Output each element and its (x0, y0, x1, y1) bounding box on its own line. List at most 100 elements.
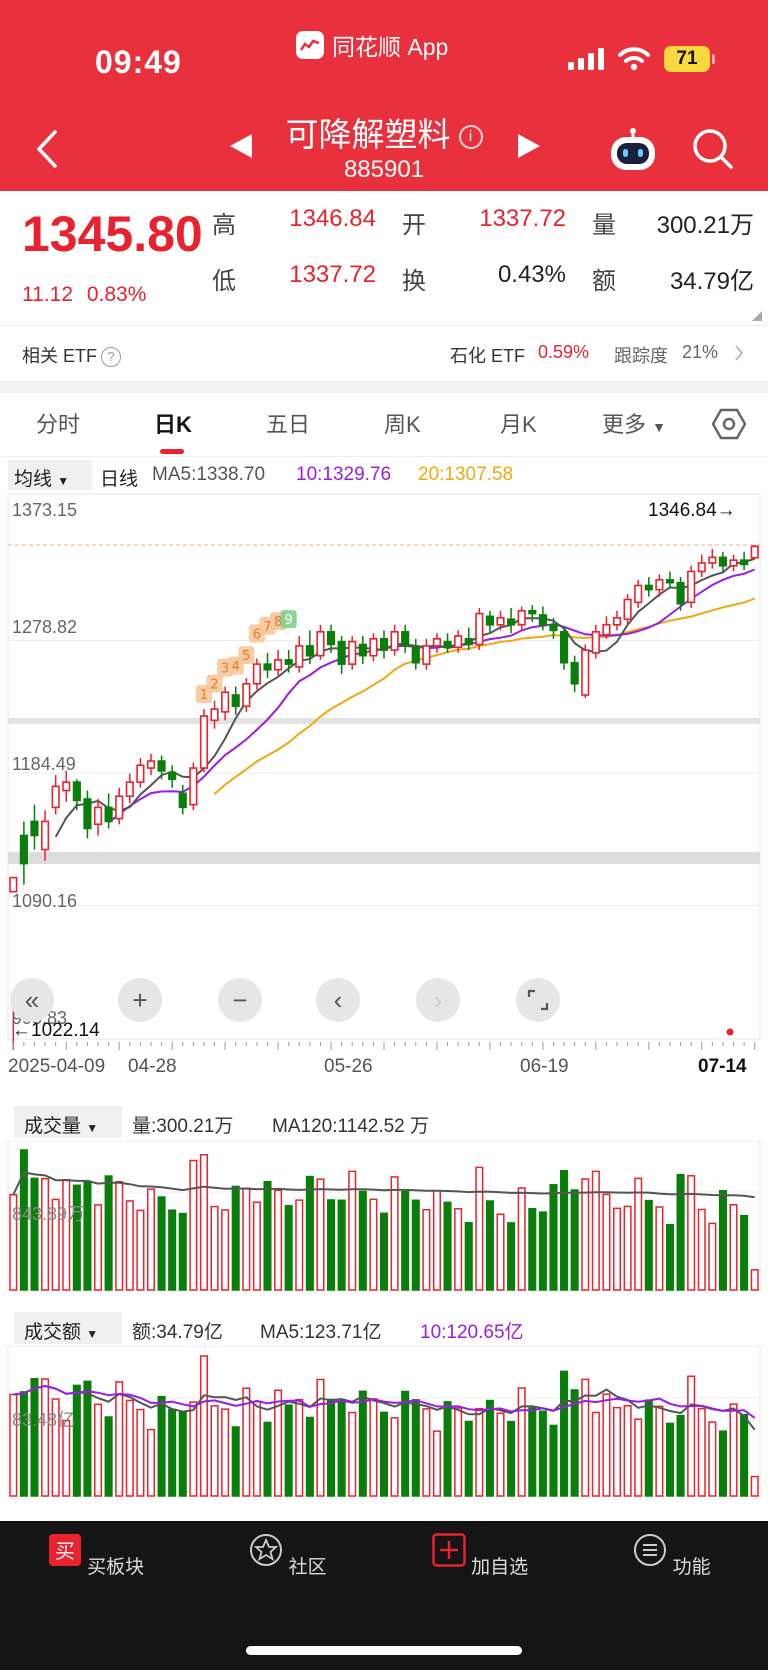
candle-body (496, 616, 505, 626)
candle-body (316, 631, 325, 657)
scroll-start-button[interactable]: « (10, 978, 54, 1022)
candle-body (9, 876, 18, 893)
candle-body (729, 559, 738, 567)
volume-bar (199, 1355, 208, 1497)
candle (19, 821, 28, 885)
info-icon[interactable]: i (458, 125, 483, 150)
bottom-nav: 买 买板块 社区 加自选 功能 (0, 1521, 768, 1670)
volume-chart[interactable] (0, 1140, 768, 1292)
search-icon[interactable] (692, 128, 734, 170)
zoom-in-button[interactable]: + (118, 978, 162, 1022)
tab-daily-k[interactable]: 日K (154, 407, 192, 439)
volume-bar (83, 1180, 92, 1291)
volume-bar (62, 1178, 71, 1291)
volume-bar (379, 1411, 389, 1497)
next-stock-icon[interactable] (518, 134, 540, 158)
candle (570, 655, 579, 693)
nav-functions[interactable]: 功能 (612, 1533, 732, 1579)
amount-label: 额 (592, 268, 616, 295)
candle (390, 624, 399, 656)
overlay-band (8, 852, 760, 864)
tab-weekly-k[interactable]: 周K (384, 407, 421, 439)
add-icon (432, 1533, 466, 1567)
fullscreen-button[interactable] (516, 978, 560, 1022)
x-label-5: 07-14 (698, 1056, 747, 1077)
volume-bar (390, 1417, 399, 1497)
volume-bar (549, 1184, 558, 1291)
candlestick-chart[interactable]: 123 4567 8 9 (0, 490, 768, 1050)
expand-corner-icon[interactable] (752, 311, 762, 321)
robot-assistant-icon[interactable] (608, 128, 658, 172)
candle-body (697, 562, 706, 573)
volume-selector-label: 成交量 (24, 1116, 82, 1137)
amount-ma10: 10:120.65亿 (420, 1322, 524, 1343)
candle (274, 650, 283, 676)
open-value: 1337.72 (479, 205, 566, 232)
candle-body (623, 598, 632, 620)
zoom-out-button[interactable]: − (218, 978, 262, 1022)
settings-hexagon-icon[interactable] (712, 407, 746, 441)
candle (337, 636, 346, 674)
etf-name: 石化 ETF (450, 346, 525, 366)
candle-body (30, 820, 39, 837)
candle-body (655, 579, 664, 591)
volume-bar (93, 1403, 103, 1497)
nav-functions-label: 功能 (672, 1557, 711, 1578)
volume-grid-label: 843.89万 (12, 1204, 86, 1224)
volume-bar (104, 1416, 113, 1497)
volume-bar (729, 1403, 738, 1497)
price-change: 11.12 0.83% (22, 283, 146, 307)
candle (348, 636, 357, 670)
volume-bar (475, 1407, 484, 1497)
low-label: 低 (212, 268, 236, 295)
nav-add-watchlist[interactable]: 加自选 (420, 1533, 540, 1579)
tab-five-day[interactable]: 五日 (266, 407, 310, 439)
volume-bar (401, 1390, 410, 1497)
tab-monthly-k[interactable]: 月K (500, 407, 537, 439)
nav-buy-sector[interactable]: 买 买板块 (36, 1533, 156, 1579)
volume-selector[interactable]: 成交量 ▼ (14, 1106, 122, 1138)
help-icon[interactable]: ? (101, 347, 121, 368)
volume-bar (146, 1428, 156, 1497)
indicator-selector[interactable]: 均线 ▼ (8, 460, 92, 490)
overlay-band (8, 718, 760, 724)
candle (157, 755, 166, 780)
candle-body (634, 584, 643, 604)
volume-bar (41, 1378, 50, 1497)
battery-icon: 71 (664, 46, 715, 72)
related-etf-text: 相关 ETF (22, 346, 97, 366)
volume-bar (697, 1208, 706, 1291)
minus-icon: − (232, 984, 248, 1015)
candle (464, 627, 473, 651)
home-indicator (246, 1646, 522, 1655)
volume-bar (252, 1201, 261, 1291)
caret-down-icon: ▼ (652, 419, 666, 435)
candle-body (274, 659, 283, 671)
tracking-label: 跟踪度 (614, 346, 668, 366)
volume-bar (655, 1405, 664, 1497)
amount-selector[interactable]: 成交额 ▼ (14, 1312, 122, 1344)
volume-bar (284, 1404, 293, 1497)
seq-badge-label: 5 (242, 649, 250, 664)
candle (104, 793, 113, 829)
scroll-left-button[interactable]: ‹ (316, 978, 360, 1022)
amount-chart[interactable] (0, 1346, 768, 1498)
volume-bar (612, 1207, 622, 1291)
candle-body (62, 781, 71, 792)
tab-more[interactable]: 更多 ▼ (602, 407, 666, 439)
volume-bar (612, 1406, 622, 1497)
scroll-right-button[interactable]: › (416, 978, 460, 1022)
volume-bar (210, 1205, 219, 1291)
related-etf-row[interactable]: 相关 ETF? 石化 ETF 0.59% 跟踪度 21% (0, 325, 768, 381)
svg-text:买: 买 (55, 1539, 75, 1563)
volume-bar (528, 1407, 537, 1497)
status-app-label[interactable]: 同花顺 App (296, 28, 448, 62)
related-etf-label: 相关 ETF? (22, 342, 121, 368)
volume-bar (295, 1398, 304, 1497)
tab-intraday[interactable]: 分时 (36, 407, 80, 439)
candle-body (284, 659, 293, 665)
candle-body (83, 798, 92, 830)
volume-bar (242, 1187, 251, 1291)
nav-community[interactable]: 社区 (228, 1533, 348, 1579)
candle-body (708, 556, 717, 564)
